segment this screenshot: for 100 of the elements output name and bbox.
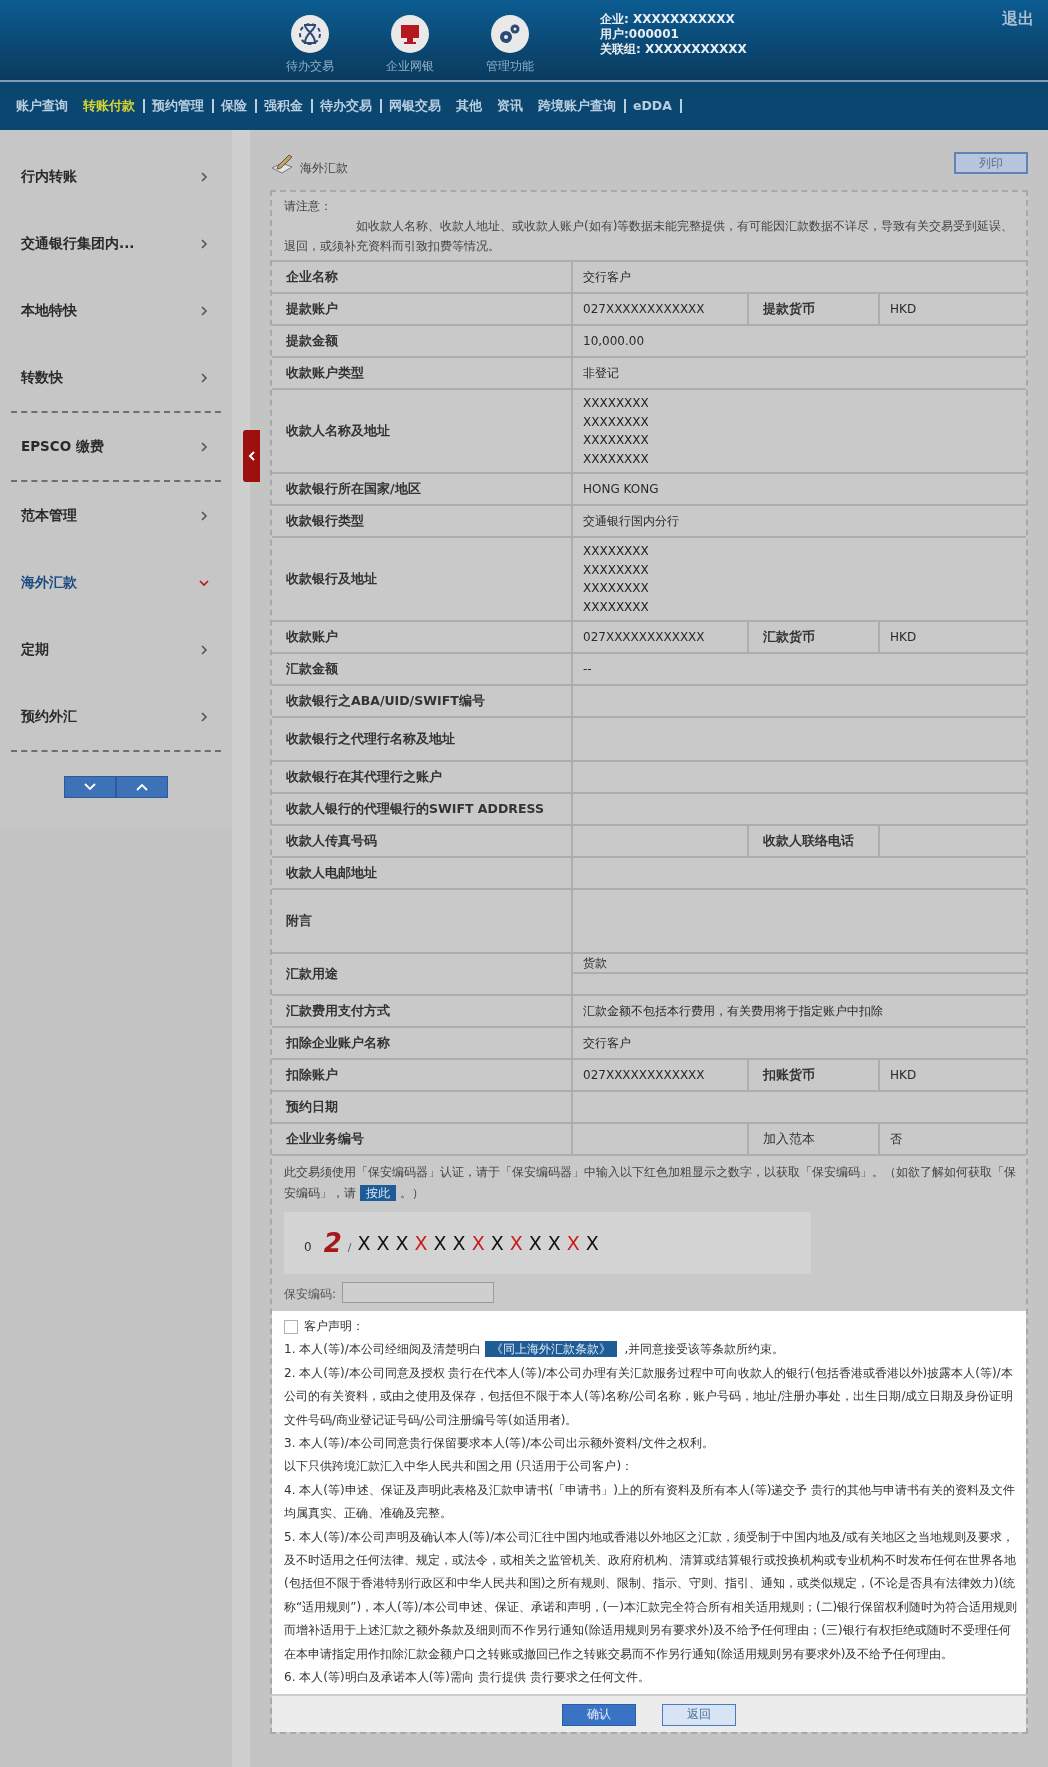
sidebar-item[interactable]: 交通银行集团内...	[11, 210, 221, 277]
security-code-field[interactable]	[342, 1282, 495, 1303]
field-label: 预约日期	[272, 1092, 573, 1122]
confirm-button[interactable]: 确认	[562, 1703, 636, 1726]
nav-tab[interactable]: 强积金	[264, 99, 313, 113]
pencil-icon	[270, 152, 294, 174]
sidebar-item[interactable]: 本地特快	[11, 277, 221, 344]
field-label: 扣除企业账户名称	[272, 1028, 573, 1058]
logout-button[interactable]: 退出	[996, 8, 1040, 31]
field-label: 汇款用途	[272, 954, 573, 994]
scroll-down-button[interactable]	[64, 776, 116, 798]
help-link[interactable]: 按此	[360, 1185, 396, 1201]
nav-tab[interactable]: 预约管理	[152, 99, 214, 113]
chevron-left-icon	[247, 451, 256, 461]
collapse-button[interactable]	[243, 430, 260, 482]
field-label: 收款人电邮地址	[272, 858, 573, 888]
nav-tab[interactable]: 保险	[221, 99, 257, 113]
field-value: 货款	[573, 954, 1026, 974]
code-char: X	[395, 1232, 409, 1254]
field-label: 收款银行在其代理行之账户	[272, 762, 573, 792]
field-value: 027XXXXXXXXXXXX	[573, 294, 749, 324]
shortcut-button[interactable]: 待办交易	[282, 14, 338, 75]
code-char: X	[357, 1232, 371, 1254]
declaration-paragraph: 5. 本人(等)/本公司声明及确认本人(等)/本公司汇往中国内地或香港以外地区之汇款，须受制于中国内地及/或有关地区之当地规则及要求，及不时适用之任何法律、规定，或法令，或相关之监管机关、政府府机构、清算或结算银行或投换机构或专业机构不时发布任何在世界各地(包括但不限于香港特别行政区和中华人民共和国)之所有规则、限制、指示、守则、指引、通知，或类似规定，(不论是否具有法律效力)(统称“适用规则”)，本人(等)/本公司申述、保证、承诺和声明，(一)本汇款完全符合所有相关适用规则；(二)银行保留权利随时为符合适用规则而增补适用于上述汇款之额外条款及细则而不作另行通知(除适用规则另有要求外)及不给予任何理由；(三)银行有权拒绝或随时不受理任何在本申请指定用作扣除汇款金额户口之转账或撤回已作之转账交易而不作另行通知(除适用规则另有要求外)及不给予任何理由。	[284, 1528, 1018, 1663]
sidebar-item[interactable]: 行内转账	[11, 143, 221, 210]
shortcut-button[interactable]: 管理功能	[482, 14, 538, 75]
sidebar-item[interactable]: 范本管理	[11, 482, 221, 549]
notice-heading: 请注意：	[284, 198, 333, 215]
nav-tab[interactable]: 资讯	[497, 99, 531, 113]
field-label: 收款人联络电话	[749, 826, 880, 856]
field-label: 收款人传真号码	[272, 826, 573, 856]
field-label: 收款账户	[272, 622, 573, 652]
field-label: 收款银行类型	[272, 506, 573, 536]
chevron-right-icon	[199, 305, 209, 316]
field-label: 企业名称	[272, 262, 573, 292]
chevron-down-icon	[84, 783, 96, 791]
field-value: 10,000.00	[582, 333, 646, 350]
declaration-paragraph: 以下只供跨境汇款汇入中华人民共和国之用 (只适用于公司客户)：	[284, 1458, 635, 1476]
security-instructions: 此交易须使用「保安编码器」认证，请于「保安编码器」中输入以下红色加粗显示之数字，以获取「保安编码」。（如欲了解如何获取「保安编码」，请 按此 。）	[284, 1164, 1016, 1203]
code-char: X	[433, 1232, 447, 1254]
field-value: 027XXXXXXXXXXXX	[573, 622, 749, 652]
field-label: 提款金额	[272, 326, 573, 356]
sidebar-item[interactable]: 海外汇款	[11, 549, 221, 616]
chevron-right-icon	[199, 644, 209, 655]
field-value: XXXXXXXX XXXXXXXX XXXXXXXX XXXXXXXX	[582, 543, 650, 616]
field-value: HKD	[889, 629, 918, 646]
field-label: 收款银行及地址	[272, 538, 573, 620]
code-digit: 2	[323, 1228, 342, 1258]
chevron-right-icon	[199, 171, 209, 182]
field-value: HKD	[889, 1067, 918, 1084]
nav-tab[interactable]: 网银交易	[389, 99, 449, 113]
nav-tab[interactable]: 待办交易	[320, 99, 382, 113]
nav-tab[interactable]: 跨境账户查询	[538, 99, 626, 113]
field-value: 027XXXXXXXXXXXX	[573, 1060, 749, 1090]
field-label: 收款人银行的代理银行的SWIFT ADDRESS	[272, 794, 573, 824]
field-label: 收款人名称及地址	[272, 390, 573, 472]
field-label: 企业业务编号	[272, 1124, 573, 1154]
chevron-right-icon	[199, 441, 209, 452]
nav-tab[interactable]: 账户查询	[16, 99, 76, 113]
checkbox[interactable]	[284, 1319, 298, 1334]
nav-tab[interactable]: eDDA	[633, 99, 682, 113]
sidebar-item[interactable]: 定期	[11, 616, 221, 683]
field-label: 提款货币	[749, 294, 880, 324]
notice-text: 如收款人名称、收款人地址、或收款人账户(如有)等数据未能完整提供，有可能因汇款数据不详尽，导致有关交易受到延误、退回，或须补充资料而引致扣费等情况。	[284, 218, 1015, 255]
field-label: 收款账户类型	[272, 358, 573, 388]
print-button[interactable]: 列印	[954, 152, 1028, 174]
chevron-up-icon	[136, 783, 148, 791]
gears-icon	[490, 14, 530, 54]
field-label: 汇款金额	[272, 654, 573, 684]
code-char: X	[376, 1232, 390, 1254]
field-label: 提款账户	[272, 294, 573, 324]
terms-link[interactable]: 《同上海外汇款条款》	[484, 1341, 617, 1358]
field-value: XXXXXXXX XXXXXXXX XXXXXXXX XXXXXXXX	[582, 395, 650, 468]
field-value: 交通银行国内分行	[582, 512, 680, 530]
chevron-down-icon	[199, 577, 209, 588]
field-value: 非登记	[582, 364, 620, 382]
code-char: X	[490, 1232, 504, 1254]
declaration-paragraph: 2. 本人(等)/本公司同意及授权 贵行在代本人(等)/本公司办理有关汇款服务过程中可向收款人的银行(包括香港或香港以外)披露本人(等)/本公司的有关资料，或由之使用及保存，包括但不限于本人(等)名称/公司名称，账户号码，地址/注册办事处，出生日期/成立日期及身份证明文件号码/商业登记证号码/公司注册编号等(如适用者)。	[284, 1364, 1015, 1429]
code-char: X	[547, 1232, 561, 1254]
field-value: 否	[889, 1130, 903, 1148]
scroll-up-button[interactable]	[116, 776, 168, 798]
field-value: HKD	[889, 301, 918, 318]
declaration-paragraph: 1. 本人(等)/本公司经细阅及清楚明白 《同上海外汇款条款》 ,并同意接受该等条款所约束。	[284, 1340, 786, 1360]
code-char: X	[585, 1232, 599, 1254]
sidebar-item[interactable]: EPSCO 缴费	[11, 413, 221, 480]
nav-tab[interactable]: 转账付款	[83, 99, 145, 113]
field-label: 收款银行所在国家/地区	[272, 474, 573, 504]
nav-tab[interactable]: 其他	[456, 99, 490, 113]
back-button[interactable]: 返回	[662, 1703, 736, 1726]
field-label: 保安编码:	[284, 1286, 337, 1303]
code-char: X	[452, 1232, 466, 1254]
sidebar-item[interactable]: 转数快	[11, 344, 221, 411]
account-info: 企业: XXXXXXXXXXX	[600, 12, 736, 27]
declaration-paragraph: 4. 本人(等)申述、保证及声明此表格及汇款申请书(「申请书」)上的所有资料及所有本人(等)递交予 贵行的其他与申请书有关的资料及文件均属真实、正确、准确及完整。	[284, 1481, 1017, 1523]
code-char: X	[566, 1232, 580, 1254]
field-label: 扣账货币	[749, 1060, 880, 1090]
field-value: 交行客户	[582, 1034, 632, 1052]
sidebar-item[interactable]: 预约外汇	[11, 683, 221, 750]
field-label: 汇款货币	[749, 622, 880, 652]
shortcut-button[interactable]: 企业网银	[382, 14, 438, 75]
